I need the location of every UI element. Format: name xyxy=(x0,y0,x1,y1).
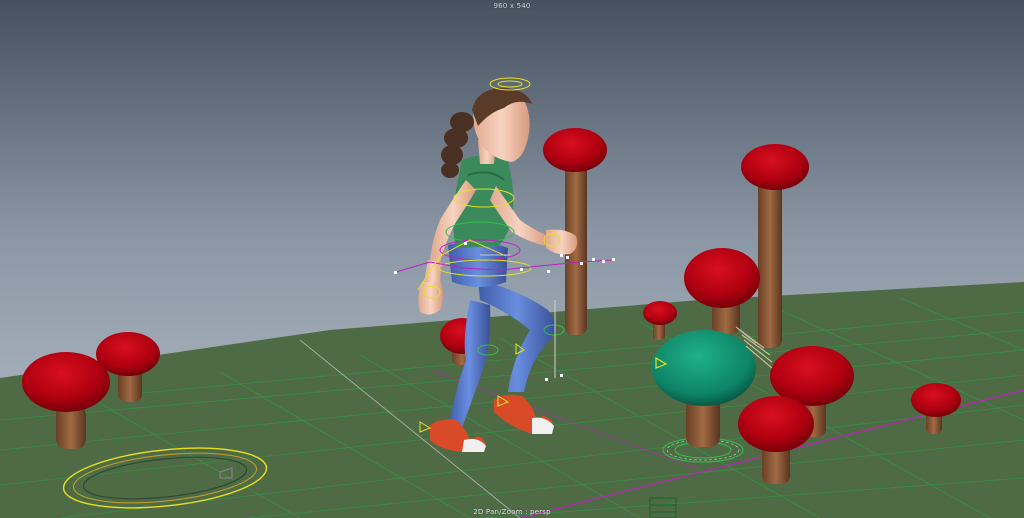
3d-scene[interactable] xyxy=(0,0,1024,518)
maya-viewport[interactable]: 960 x 540 2D Pan/Zoom : persp xyxy=(0,0,1024,518)
resolution-gate-label: 960 x 540 xyxy=(493,2,531,10)
camera-name-label: 2D Pan/Zoom : persp xyxy=(473,508,551,516)
